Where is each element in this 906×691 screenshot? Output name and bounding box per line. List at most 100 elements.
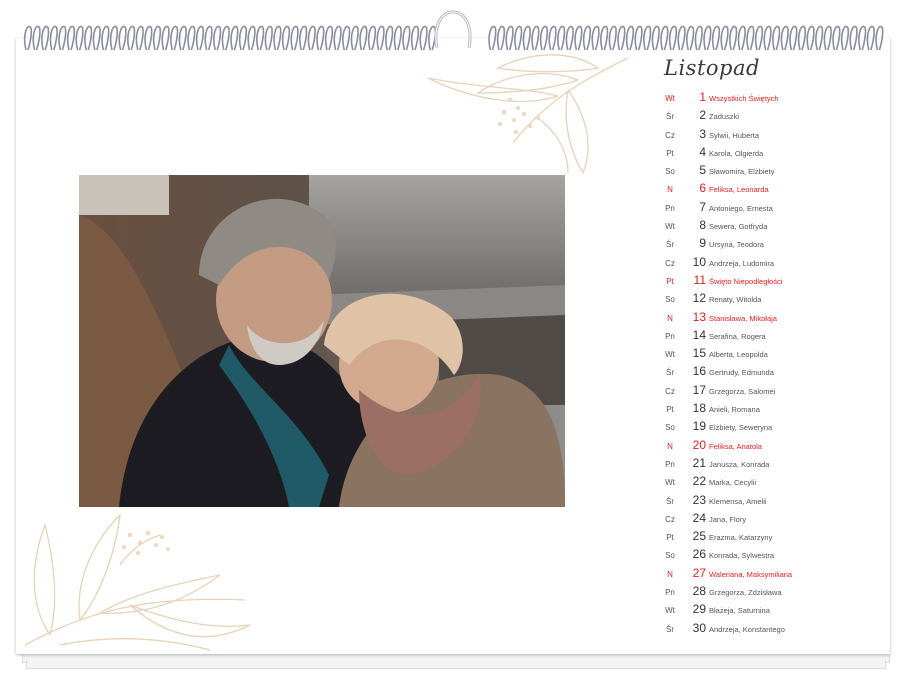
spiral-coil — [746, 25, 755, 51]
day-number: 13 — [692, 309, 706, 324]
name-day-label: Feliksa, Anatola — [709, 441, 762, 451]
weekday-label: N — [667, 185, 673, 195]
spiral-coil — [32, 25, 41, 51]
spiral-coil — [178, 25, 187, 51]
day-number: 4 — [699, 144, 706, 159]
spiral-coil — [720, 25, 729, 51]
day-number: 2 — [699, 108, 706, 123]
spiral-coil — [367, 25, 377, 51]
spiral-coil — [858, 25, 867, 51]
weekday-label: Cz — [665, 130, 675, 140]
spiral-coil — [823, 25, 832, 51]
name-day-label: Janusza, Konrada — [709, 459, 770, 469]
spiral-coil — [419, 25, 428, 51]
weekday-label: Cz — [665, 258, 675, 268]
spiral-coil — [522, 25, 531, 51]
weekday-label: Wt — [665, 606, 675, 616]
spiral-coil — [866, 25, 875, 51]
name-day-label: Feliksa, Leonarda — [709, 185, 769, 195]
day-number: 29 — [692, 602, 706, 617]
name-day-label: Elżbiety, Seweryna — [709, 423, 773, 433]
day-number: 1 — [699, 90, 706, 104]
weekday-label: Wt — [665, 350, 675, 360]
spiral-coil — [230, 25, 239, 51]
spiral-coil — [496, 25, 506, 51]
leaf-branch-icon — [427, 54, 629, 175]
weekday-label: Pn — [665, 459, 675, 469]
spiral-coil — [170, 25, 179, 51]
day-row: Cz 10 Andrzeja, Ludomira — [656, 255, 892, 273]
day-row: Śr 23 Klemensa, Amelii — [656, 493, 892, 511]
weekday-label: Śr — [666, 112, 674, 122]
spiral-coil — [488, 25, 497, 51]
spiral-coil — [118, 25, 127, 51]
spiral-coil — [127, 25, 136, 51]
spiral-coil — [187, 25, 196, 51]
spiral-coil — [832, 25, 841, 51]
spiral-coil — [780, 25, 789, 51]
day-row: So 12 Renaty, Witolda — [656, 291, 892, 309]
name-day-label: Klemensa, Amelii — [709, 496, 767, 506]
name-day-label: Wszystkich Świętych — [709, 94, 779, 103]
spiral-coil — [264, 25, 273, 51]
spiral-coil — [643, 25, 652, 51]
spiral-coil — [385, 25, 394, 51]
weekday-label: Śr — [666, 240, 674, 250]
day-row: Pt 11 Święto Niepodległości — [656, 273, 892, 291]
day-row: N 20 Feliksa, Anatola — [656, 438, 892, 456]
spiral-coil — [359, 25, 368, 51]
day-number: 5 — [699, 163, 706, 178]
name-day-label: Sewera, Gotfryda — [709, 222, 768, 232]
day-number: 25 — [692, 529, 706, 544]
day-number: 19 — [692, 419, 706, 434]
spiral-coil — [754, 25, 764, 51]
spiral-coil — [557, 25, 566, 51]
day-number: 12 — [692, 291, 706, 306]
spiral-coil — [694, 25, 703, 51]
name-day-label: Erazma, Katarzyny — [709, 533, 773, 543]
day-row: Pn 14 Serafina, Rogera — [656, 328, 892, 346]
spiral-coil — [256, 25, 265, 51]
spiral-coil — [849, 25, 858, 51]
leaf-branch-icon — [24, 513, 251, 651]
spiral-coil — [582, 25, 592, 51]
month-title: Listopad — [664, 56, 760, 80]
spiral-coil — [591, 25, 600, 51]
spiral-coil — [152, 25, 162, 51]
spiral-coil — [815, 25, 824, 51]
day-number: 9 — [699, 236, 706, 251]
spiral-coil — [376, 25, 385, 51]
spiral-coil — [247, 25, 256, 51]
day-row: Pt 4 Karola, Olgierda — [656, 145, 892, 163]
spiral-coil — [316, 25, 325, 51]
weekday-label: N — [667, 441, 673, 451]
day-row: Wt 22 Marka, Cecylii — [656, 474, 892, 492]
day-number: 17 — [692, 382, 706, 397]
day-row: N 13 Stanisława, Mikołaja — [656, 310, 892, 328]
spiral-coil — [402, 25, 411, 51]
spiral-coil — [875, 25, 884, 51]
day-row: Wt 29 Błażeja, Saturnina — [656, 602, 892, 620]
weekday-label: Pn — [665, 203, 675, 213]
day-row: Pt 18 Anieli, Romana — [656, 401, 892, 419]
spiral-coil — [660, 25, 669, 51]
weekday-label: Śr — [666, 368, 674, 378]
spiral-coil — [668, 25, 678, 51]
name-day-label: Sylwii, Huberta — [709, 130, 760, 140]
name-day-label: Marka, Cecylii — [709, 478, 757, 488]
spiral-coil — [281, 25, 291, 51]
spiral-coil — [23, 25, 33, 51]
name-day-label: Ursyna, Teodora — [709, 240, 764, 250]
page-stack-edge — [26, 660, 886, 669]
day-row: N 27 Waleriana, Maksymiliana — [656, 566, 892, 584]
day-number: 3 — [699, 126, 706, 141]
spiral-coil — [144, 25, 153, 51]
day-number: 20 — [692, 437, 706, 452]
day-number: 8 — [699, 218, 706, 233]
day-number: 28 — [692, 584, 706, 599]
day-number: 30 — [692, 620, 706, 635]
spiral-coil — [600, 25, 609, 51]
name-day-label: Anieli, Romana — [709, 405, 760, 415]
day-row: Śr 16 Gertrudy, Edmunda — [656, 364, 892, 382]
name-day-label: Waleriana, Maksymiliana — [709, 569, 793, 579]
